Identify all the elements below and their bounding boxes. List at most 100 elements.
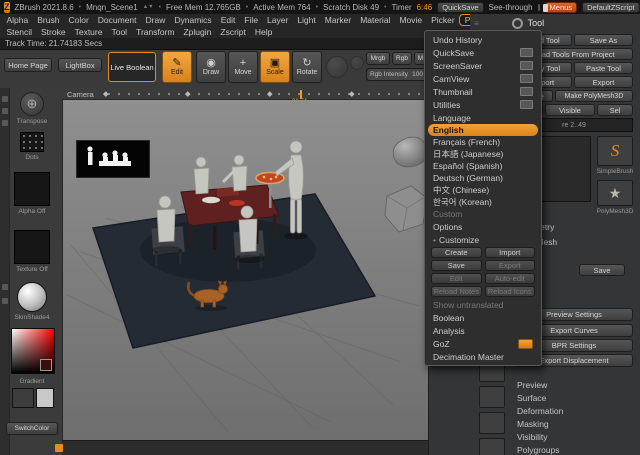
color-swatch-current[interactable] xyxy=(40,359,52,371)
see-through-slider[interactable] xyxy=(537,3,548,12)
menus-toggle-button[interactable]: Menus xyxy=(544,1,578,13)
tool-palette-title[interactable]: Tool xyxy=(528,18,545,28)
edit-language-button[interactable]: Edit xyxy=(431,273,482,284)
palette-icon-tile[interactable] xyxy=(479,438,505,455)
texture-thumbnail[interactable] xyxy=(14,230,50,264)
export-language-button[interactable]: Export xyxy=(484,260,535,271)
subpalette-surface[interactable]: Surface xyxy=(517,393,635,403)
alpha-thumbnail[interactable] xyxy=(14,172,50,206)
export-button[interactable]: Export xyxy=(574,76,633,88)
timeline-keyframe[interactable] xyxy=(103,91,109,97)
menu-draw[interactable]: Draw xyxy=(141,15,170,25)
polymesh3d-icon[interactable]: ★ xyxy=(597,180,633,206)
menu-item-camview[interactable]: CamView xyxy=(428,72,538,85)
menu-item-thumbnail[interactable]: Thumbnail xyxy=(428,85,538,98)
timeline-keyframe[interactable] xyxy=(185,91,191,97)
brush-picker-button[interactable] xyxy=(326,56,348,78)
dock-icon[interactable] xyxy=(2,108,8,114)
language-option-french[interactable]: Français (French) xyxy=(428,136,538,148)
stroke-type-icon[interactable] xyxy=(20,132,44,152)
menu-item-analysis[interactable]: Analysis xyxy=(428,324,538,337)
language-option-korean[interactable]: 한국어 (Korean) xyxy=(428,196,538,208)
menu-stencil[interactable]: Stencil xyxy=(2,27,37,37)
menu-item-quicksave[interactable]: QuickSave xyxy=(428,46,538,59)
timeline-track[interactable]: 21.74 xyxy=(103,90,435,105)
subpalette-visibility[interactable]: Visibility xyxy=(517,432,635,442)
menu-stroke[interactable]: Stroke xyxy=(37,27,71,37)
menu-brush[interactable]: Brush xyxy=(33,15,64,25)
rgb-button[interactable]: Rgb xyxy=(392,52,412,65)
menu-item-utilities[interactable]: Utilities xyxy=(428,98,538,111)
menu-light[interactable]: Light xyxy=(293,15,320,25)
menu-item-options[interactable]: Options xyxy=(428,220,538,233)
menu-color[interactable]: Color xyxy=(64,15,93,25)
mrgb-button[interactable]: Mrgb xyxy=(366,52,390,65)
rotate-button[interactable]: ↻ Rotate xyxy=(292,51,322,83)
draw-button[interactable]: ◉ Draw xyxy=(196,51,226,83)
subpalette-polygroups[interactable]: Polygroups xyxy=(517,445,635,455)
palette-icon-tile[interactable] xyxy=(479,386,505,408)
language-option-chinese[interactable]: 中文 (Chinese) xyxy=(428,184,538,196)
fibers-save-button[interactable]: Save xyxy=(579,264,625,276)
notification-dot[interactable] xyxy=(55,444,63,452)
scene-spinner-icon[interactable]: ▲▼ xyxy=(143,4,154,10)
subpalette-deformation[interactable]: Deformation xyxy=(517,406,635,416)
simplebrush-icon[interactable]: S xyxy=(597,136,633,166)
scene-thumbnail[interactable] xyxy=(76,140,150,178)
menu-tool[interactable]: Tool xyxy=(107,27,132,37)
live-boolean-button[interactable]: Live Boolean xyxy=(108,52,156,82)
menu-edit[interactable]: Edit xyxy=(216,15,240,25)
document-canvas[interactable] xyxy=(62,100,428,440)
dock-icon[interactable] xyxy=(2,96,8,102)
auto-edit-button[interactable]: Auto-edit xyxy=(484,273,535,284)
menu-zplugin[interactable]: Zplugin xyxy=(179,27,216,37)
menu-file[interactable]: File xyxy=(240,15,263,25)
timeline-cursor[interactable] xyxy=(300,90,302,99)
current-brush-icon[interactable]: ⊕ xyxy=(20,92,44,116)
menu-item-customize[interactable]: • Customize xyxy=(428,233,538,246)
language-option-english[interactable]: English xyxy=(428,124,538,136)
menu-item-goz[interactable]: GoZ xyxy=(428,337,538,350)
timeline-keyframe[interactable] xyxy=(267,91,273,97)
menu-movie[interactable]: Movie xyxy=(395,15,427,25)
import-language-button[interactable]: Import xyxy=(484,247,535,258)
dock-icon[interactable] xyxy=(2,120,8,126)
menu-marker[interactable]: Marker xyxy=(320,15,355,25)
timeline-keyframe[interactable] xyxy=(349,91,355,97)
subpalette-masking[interactable]: Masking xyxy=(517,419,635,429)
menu-item-boolean[interactable]: Boolean xyxy=(428,311,538,324)
color-picker[interactable] xyxy=(11,328,55,374)
default-zscript-button[interactable]: DefaultZScript xyxy=(582,1,640,13)
stroke-picker-button[interactable] xyxy=(350,56,364,70)
subpalette-preview[interactable]: Preview xyxy=(517,380,635,390)
slider-knob[interactable] xyxy=(542,3,548,12)
visible-button[interactable]: Visible xyxy=(545,104,595,116)
save-language-button[interactable]: Save xyxy=(431,260,482,271)
sel-button[interactable]: Sel xyxy=(597,104,633,116)
menu-zscript[interactable]: Zscript xyxy=(216,27,251,37)
menu-item-screensaver[interactable]: ScreenSaver xyxy=(428,59,538,72)
menu-alpha[interactable]: Alpha xyxy=(2,15,33,25)
menu-texture[interactable]: Texture xyxy=(70,27,107,37)
menu-item-undo-history[interactable]: Undo History xyxy=(428,33,538,46)
reload-icons-button[interactable]: Reload Icons xyxy=(484,286,535,297)
camera-track-label[interactable]: Camera xyxy=(67,90,94,99)
menu-help[interactable]: Help xyxy=(250,27,276,37)
switch-color-button[interactable]: SwitchColor xyxy=(6,422,58,435)
language-option-german[interactable]: Deutsch (German) xyxy=(428,172,538,184)
home-page-button[interactable]: Home Page xyxy=(4,58,52,72)
palette-collapse-icon[interactable]: ≡ xyxy=(474,19,479,28)
language-option-spanish[interactable]: Español (Spanish) xyxy=(428,160,538,172)
floating-tool-previews[interactable] xyxy=(384,136,428,233)
reload-notes-button[interactable]: Reload Notes xyxy=(431,286,482,297)
lightbox-button[interactable]: LightBox xyxy=(58,58,102,72)
paste-tool-button[interactable]: Paste Tool xyxy=(574,62,633,74)
dock-icon[interactable] xyxy=(2,284,8,290)
mannequin-seated-back-left[interactable] xyxy=(193,156,210,195)
palette-icon-tile[interactable] xyxy=(479,412,505,434)
rgb-intensity-slider[interactable]: Rgb Intensity 100 xyxy=(366,68,427,81)
menu-transform[interactable]: Transform xyxy=(132,27,179,37)
menu-material[interactable]: Material xyxy=(356,15,395,25)
menu-picker[interactable]: Picker xyxy=(427,15,460,25)
menu-item-show-untranslated[interactable]: Show untranslated xyxy=(428,298,538,311)
